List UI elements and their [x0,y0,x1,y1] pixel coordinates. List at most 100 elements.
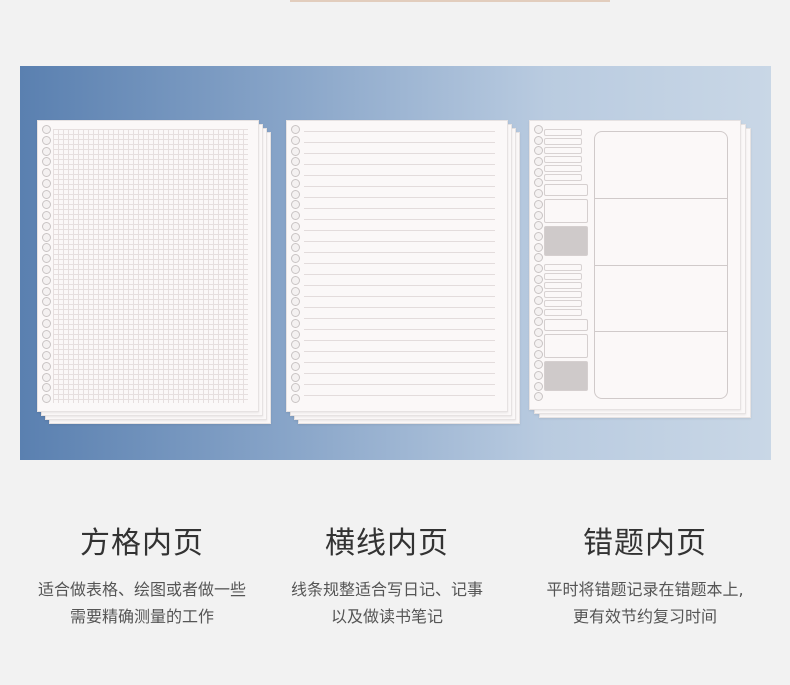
error-paper-sheet [529,120,741,410]
binder-hole [534,339,543,348]
binder-hole [534,178,543,187]
binder-hole [291,136,300,145]
top-decor-line [290,0,610,2]
feature-description: 平时将错题记录在错题本上, 更有效节约复习时间 [546,580,744,626]
binder-hole [534,296,543,305]
binder-hole [42,136,51,145]
binder-hole [42,362,51,371]
error-sidebar-fields [544,127,588,403]
lined-paper-stack [286,120,522,425]
feature-error: 错题内页 平时将错题记录在错题本上, 更有效节约复习时间 [515,518,775,630]
binder-hole [534,371,543,380]
binder-hole [291,243,300,252]
binder-hole [534,317,543,326]
binder-hole [534,275,543,284]
binder-hole [291,362,300,371]
binder-hole [42,276,51,285]
binder-hole [42,330,51,339]
feature-description: 线条规整适合写日记、记事 以及做读书笔记 [290,580,483,626]
feature-title: 横线内页 [325,526,449,561]
product-banner [20,66,771,460]
feature-title: 错题内页 [583,526,707,561]
binder-hole [291,222,300,231]
binder-hole [291,330,300,339]
binder-hole [291,200,300,209]
binder-hole [42,147,51,156]
binder-hole [291,373,300,382]
binder-holes [534,125,544,405]
binder-hole [291,211,300,220]
binder-hole [42,254,51,263]
binder-hole [291,168,300,177]
binder-holes [291,125,301,407]
binder-hole [534,189,543,198]
binder-hole [42,340,51,349]
binder-hole [291,297,300,306]
binder-hole [291,383,300,392]
binder-hole [534,243,543,252]
binder-hole [291,254,300,263]
feature-lined: 横线内页 线条规整适合写日记、记事 以及做读书笔记 [257,518,517,630]
binder-hole [291,125,300,134]
feature-grid: 方格内页 适合做表格、绘图或者做一些 需要精确测量的工作 [12,518,272,630]
binder-hole [291,319,300,328]
binder-hole [534,136,543,145]
binder-holes [42,125,52,407]
binder-hole [534,360,543,369]
binder-hole [42,287,51,296]
binder-hole [291,265,300,274]
binder-hole [291,276,300,285]
error-content-card [594,131,728,399]
binder-hole [534,382,543,391]
binder-hole [291,147,300,156]
binder-hole [42,200,51,209]
binder-hole [534,211,543,220]
binder-hole [291,287,300,296]
binder-hole [42,351,51,360]
binder-hole [291,233,300,242]
binder-hole [534,146,543,155]
grid-paper-stack [37,120,273,425]
binder-hole [42,319,51,328]
binder-hole [534,392,543,401]
binder-hole [534,285,543,294]
binder-hole [42,233,51,242]
binder-hole [534,168,543,177]
binder-hole [42,243,51,252]
binder-hole [42,222,51,231]
binder-hole [42,373,51,382]
binder-hole [534,350,543,359]
binder-hole [42,125,51,134]
binder-hole [534,307,543,316]
binder-hole [42,190,51,199]
grid-pattern [53,129,248,403]
binder-hole [534,253,543,262]
error-paper-stack [529,120,754,420]
binder-hole [291,157,300,166]
binder-hole [42,265,51,274]
binder-hole [534,232,543,241]
binder-hole [534,125,543,134]
binder-hole [534,328,543,337]
binder-hole [534,200,543,209]
lined-paper-sheet [286,120,508,412]
binder-hole [42,308,51,317]
line-pattern [304,131,495,401]
binder-hole [42,179,51,188]
binder-hole [291,394,300,403]
binder-hole [291,340,300,349]
binder-hole [291,179,300,188]
binder-hole [291,308,300,317]
feature-title: 方格内页 [80,526,204,561]
binder-hole [42,157,51,166]
binder-hole [42,297,51,306]
binder-hole [42,211,51,220]
binder-hole [534,157,543,166]
binder-hole [291,351,300,360]
binder-hole [534,264,543,273]
binder-hole [291,190,300,199]
grid-paper-sheet [37,120,259,412]
binder-hole [42,168,51,177]
binder-hole [42,394,51,403]
binder-hole [534,221,543,230]
